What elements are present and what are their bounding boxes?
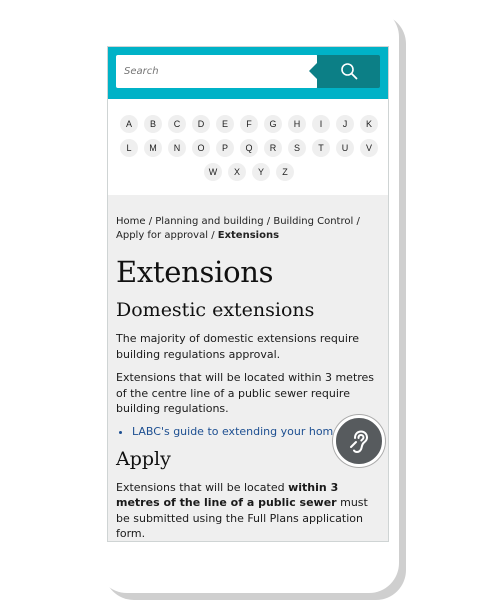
az-letter-i[interactable]: I <box>312 115 330 133</box>
breadcrumb-separator: / <box>148 216 153 227</box>
paragraph-sewer: Extensions that will be located within 3… <box>116 371 375 415</box>
a-to-z-row: W X Y Z <box>108 163 388 181</box>
search-icon <box>341 63 358 80</box>
az-letter-y[interactable]: Y <box>252 163 270 181</box>
az-letter-f[interactable]: F <box>240 115 258 133</box>
breadcrumb-building-control[interactable]: Building Control <box>273 216 353 227</box>
az-letter-w[interactable]: W <box>204 163 222 181</box>
paragraph-apply: Extensions that will be located within 3… <box>116 480 380 542</box>
az-letter-u[interactable]: U <box>336 139 354 157</box>
hearing-accessibility-icon <box>350 430 369 454</box>
az-letter-a[interactable]: A <box>120 115 138 133</box>
az-letter-v[interactable]: V <box>360 139 378 157</box>
breadcrumb-planning[interactable]: Planning and building <box>155 216 263 227</box>
search-bar <box>108 47 388 99</box>
az-letter-x[interactable]: X <box>228 163 246 181</box>
az-letter-n[interactable]: N <box>168 139 186 157</box>
page-title: Extensions <box>116 255 274 289</box>
search-input[interactable] <box>116 55 318 88</box>
az-letter-l[interactable]: L <box>120 139 138 157</box>
breadcrumb-separator: / <box>266 216 271 227</box>
a-to-z-row: L M N O P Q R S T U V <box>108 139 388 157</box>
az-letter-k[interactable]: K <box>360 115 378 133</box>
breadcrumb-apply[interactable]: Apply for approval <box>116 230 208 241</box>
breadcrumb-current: Extensions <box>217 230 280 241</box>
az-letter-m[interactable]: M <box>144 139 162 157</box>
az-letter-z[interactable]: Z <box>276 163 294 181</box>
breadcrumb: Home / Planning and building / Building … <box>116 215 380 243</box>
breadcrumb-separator: / <box>211 230 215 241</box>
search-button[interactable] <box>309 55 380 88</box>
az-letter-p[interactable]: P <box>216 139 234 157</box>
az-letter-s[interactable]: S <box>288 139 306 157</box>
az-letter-o[interactable]: O <box>192 139 210 157</box>
az-letter-c[interactable]: C <box>168 115 186 133</box>
az-letter-d[interactable]: D <box>192 115 210 133</box>
az-letter-e[interactable]: E <box>216 115 234 133</box>
a-to-z-index: A B C D E F G H I J K L M N O P Q R S T … <box>108 99 388 195</box>
az-letter-g[interactable]: G <box>264 115 282 133</box>
az-letter-r[interactable]: R <box>264 139 282 157</box>
paragraph-apply-start: Extensions that will be located <box>116 480 289 494</box>
mobile-viewport: A B C D E F G H I J K L M N O P Q R S T … <box>107 46 389 542</box>
az-letter-h[interactable]: H <box>288 115 306 133</box>
paragraph-majority: The majority of domestic extensions requ… <box>116 332 359 361</box>
accessibility-button[interactable] <box>333 415 385 467</box>
section-heading-domestic: Domestic extensions <box>116 299 315 321</box>
a-to-z-row: A B C D E F G H I J K <box>108 115 388 133</box>
az-letter-q[interactable]: Q <box>240 139 258 157</box>
az-letter-j[interactable]: J <box>336 115 354 133</box>
az-letter-b[interactable]: B <box>144 115 162 133</box>
breadcrumb-home[interactable]: Home <box>116 216 146 227</box>
main-content: Home / Planning and building / Building … <box>108 195 388 542</box>
labc-guide-link[interactable]: LABC's guide to extending your home <box>132 425 340 438</box>
breadcrumb-separator: / <box>356 216 360 227</box>
az-letter-t[interactable]: T <box>312 139 330 157</box>
